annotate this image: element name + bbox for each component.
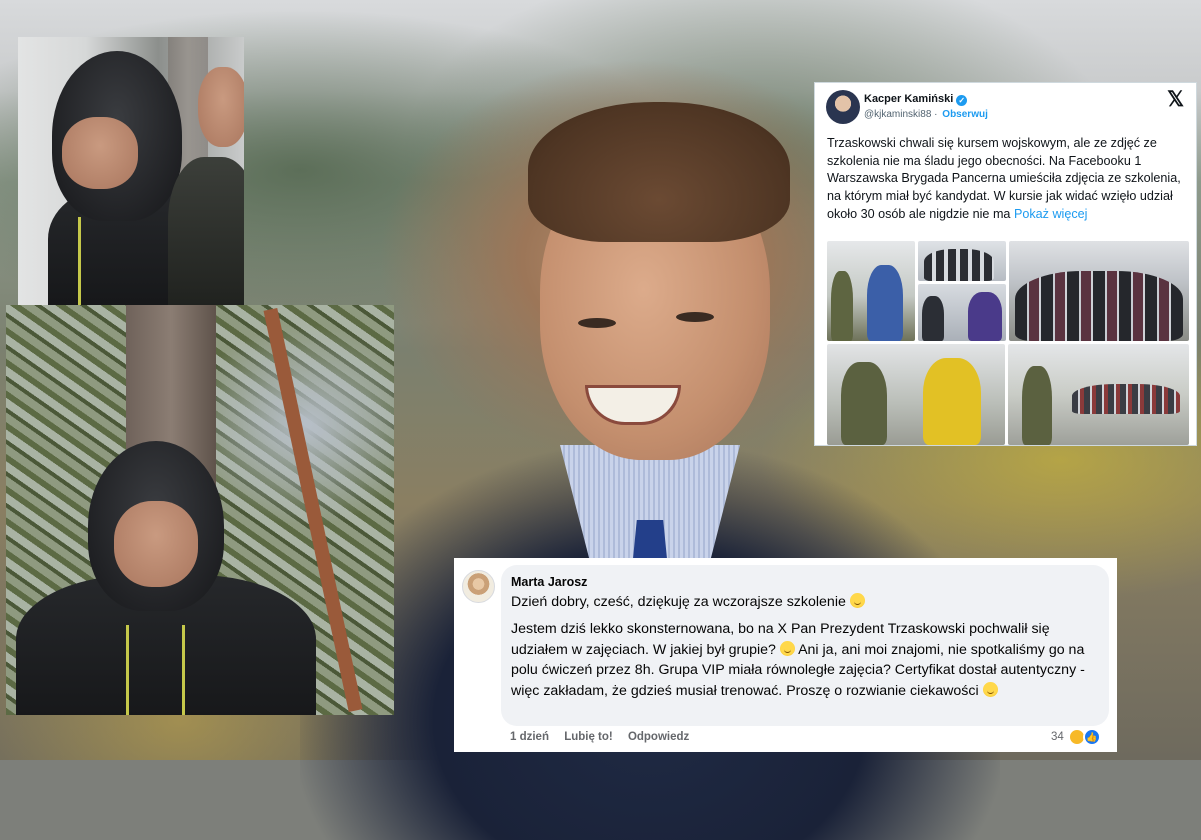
person-figure	[968, 292, 1002, 341]
right-eye	[676, 312, 714, 322]
soldier-figure	[1022, 366, 1052, 445]
author-handle-row: @kjkaminski88 · Obserwuj	[864, 109, 988, 120]
smile-emoji-icon	[849, 593, 865, 608]
author-name-row[interactable]: Kacper Kamiński ✓	[864, 93, 968, 106]
lanyard-left	[126, 625, 129, 715]
group-figures	[1015, 271, 1183, 341]
media-photo-1[interactable]	[827, 241, 915, 341]
comment-bubble: Marta Jarosz Dzień dobry, cześć, dziękuj…	[501, 565, 1109, 726]
tweet-body: Trzaskowski chwali się kursem wojskowym,…	[827, 136, 1181, 221]
person-figure	[923, 358, 981, 445]
soldier-figure	[841, 362, 887, 445]
comment-time[interactable]: 1 dzień	[510, 731, 549, 743]
author-avatar[interactable]	[826, 90, 860, 124]
left-eye	[578, 318, 616, 328]
comment-first-line: Dzień dobry, cześć, dziękuję za wczorajs…	[511, 594, 846, 610]
inset-photo-forest	[6, 305, 394, 715]
tweet-card: Kacper Kamiński ✓ @kjkaminski88 · Obserwu…	[814, 82, 1197, 446]
comment-actions: 1 dzień Lubię to! Odpowiedz	[510, 731, 701, 743]
second-person-jacket	[168, 157, 244, 305]
commenter-avatar[interactable]	[462, 570, 495, 603]
lanyard-right	[182, 625, 185, 715]
like-reaction-icon[interactable]: 👍	[1083, 728, 1101, 746]
wink-emoji-icon	[779, 640, 795, 656]
smile-emoji-icon	[982, 681, 998, 697]
tweet-media-grid[interactable]	[827, 241, 1189, 445]
group-figures	[924, 249, 994, 281]
comment-body: Jestem dziś lekko skonsternowana, bo na …	[511, 619, 1096, 701]
second-person-face	[198, 67, 244, 147]
group-figures	[1072, 384, 1180, 414]
face	[114, 501, 198, 587]
commenter-name[interactable]: Marta Jarosz	[511, 575, 587, 589]
like-action[interactable]: Lubię to!	[564, 731, 613, 743]
follow-button[interactable]: Obserwuj	[942, 109, 988, 120]
media-photo-5[interactable]	[827, 344, 1005, 445]
author-handle: @kjkaminski88	[864, 109, 932, 120]
soldier-figure	[831, 271, 853, 341]
verified-badge-icon: ✓	[956, 95, 968, 106]
inset-photo-soldiers-top	[18, 37, 244, 305]
tweet-text: Trzaskowski chwali się kursem wojskowym,…	[827, 135, 1189, 224]
lanyard	[78, 217, 81, 305]
hair	[528, 102, 790, 242]
reply-action[interactable]: Odpowiedz	[628, 731, 689, 743]
show-more-link[interactable]: Pokaż więcej	[1014, 207, 1088, 221]
facebook-comment: Marta Jarosz Dzień dobry, cześć, dziękuj…	[454, 558, 1117, 752]
media-photo-3[interactable]	[918, 284, 1006, 341]
comment-greeting: Dzień dobry, cześć, dziękuję za wczorajs…	[511, 593, 865, 610]
reaction-count[interactable]: 34	[1051, 731, 1064, 743]
media-photo-6[interactable]	[1008, 344, 1189, 445]
media-photo-4[interactable]	[1009, 241, 1189, 341]
person-figure	[922, 296, 944, 341]
author-name[interactable]: Kacper Kamiński	[864, 93, 953, 105]
x-logo-icon[interactable]: 𝕏	[1167, 87, 1184, 112]
person-figure	[867, 265, 903, 341]
handle-separator: ·	[931, 109, 941, 120]
face	[62, 117, 138, 189]
media-photo-2[interactable]	[918, 241, 1006, 281]
